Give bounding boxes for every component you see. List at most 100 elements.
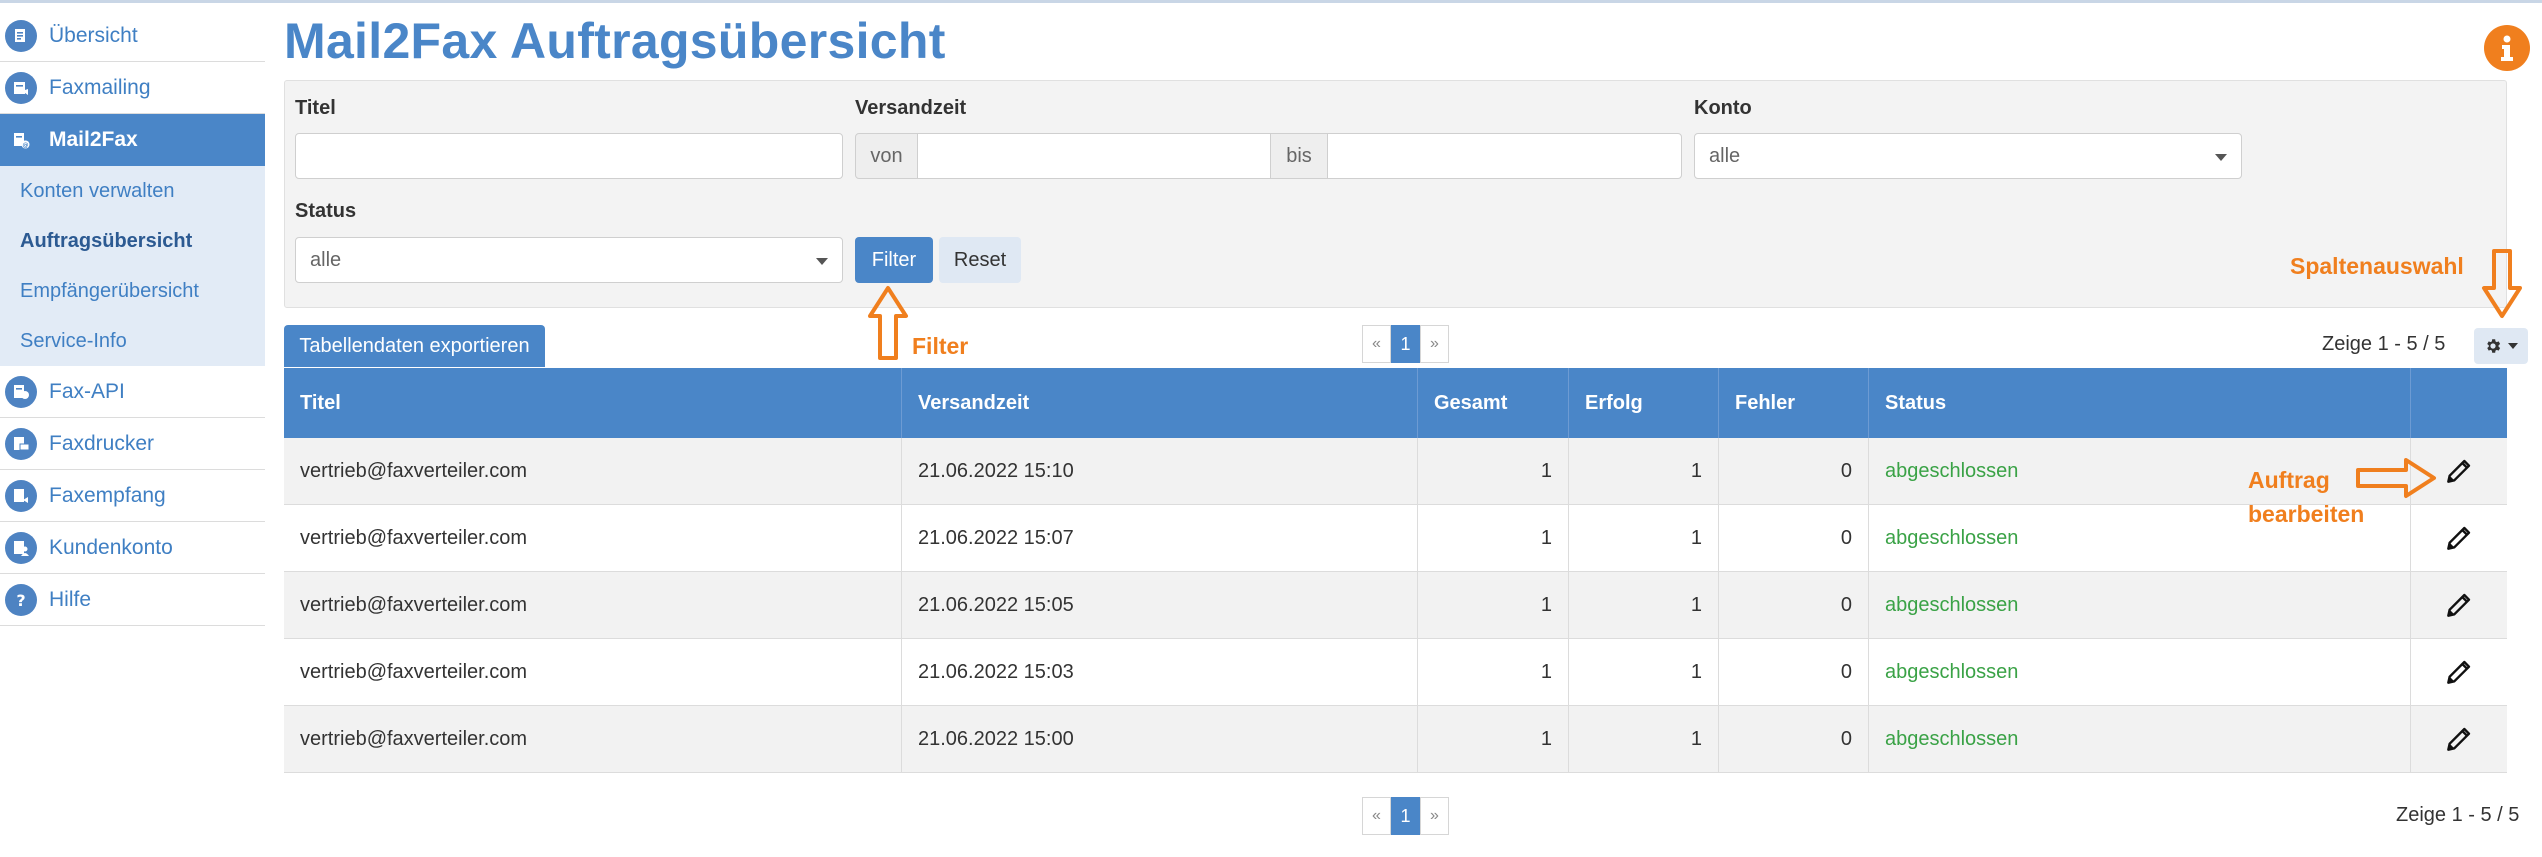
table-row[interactable]: vertrieb@faxverteiler.com 21.06.2022 15:… (284, 706, 2507, 773)
cell-gesamt: 1 (1418, 505, 1569, 571)
pager-next[interactable]: » (1420, 797, 1449, 835)
submenu-service-info[interactable]: Service-Info (0, 316, 265, 366)
cell-titel: vertrieb@faxverteiler.com (284, 438, 902, 504)
column-header-fehler[interactable]: Fehler (1719, 368, 1869, 438)
sidebar-item-label: Hilfe (49, 587, 92, 611)
arrow-down-icon (2482, 249, 2522, 318)
page-title: Mail2Fax Auftragsübersicht (284, 13, 946, 69)
cell-versandzeit: 21.06.2022 15:00 (902, 706, 1418, 772)
pagination-top: « 1 » (1362, 325, 1449, 363)
pager-page[interactable]: 1 (1391, 325, 1420, 363)
cell-fehler: 0 (1719, 505, 1869, 571)
versandzeit-from-input[interactable] (917, 133, 1271, 179)
cell-status: abgeschlossen (1869, 572, 2411, 638)
von-addon: von (855, 133, 918, 179)
svg-text:?: ? (16, 591, 25, 610)
sidebar-item-uebersicht[interactable]: Übersicht (0, 10, 265, 62)
gear-icon (2487, 339, 2501, 353)
status-select[interactable]: alle (295, 237, 843, 283)
table-row[interactable]: vertrieb@faxverteiler.com 21.06.2022 15:… (284, 572, 2507, 639)
sidebar-item-label: Fax-API (49, 379, 125, 403)
submenu-auftragsuebersicht[interactable]: Auftragsübersicht (0, 216, 265, 266)
table-row[interactable]: vertrieb@faxverteiler.com 21.06.2022 15:… (284, 438, 2507, 505)
pager-prev[interactable]: « (1362, 325, 1391, 363)
table-row[interactable]: vertrieb@faxverteiler.com 21.06.2022 15:… (284, 639, 2507, 706)
column-header-versandzeit[interactable]: Versandzeit (902, 368, 1418, 438)
cell-erfolg: 1 (1569, 438, 1719, 504)
column-header-status[interactable]: Status (1869, 368, 2411, 438)
sidebar-item-label: Kundenkonto (49, 535, 173, 559)
filter-button[interactable]: Filter (855, 237, 933, 283)
sidebar-item-label: Faxmailing (49, 75, 151, 99)
cell-gesamt: 1 (1418, 706, 1569, 772)
chevron-down-icon (2215, 154, 2227, 161)
versandzeit-label: Versandzeit (855, 97, 967, 119)
konto-select[interactable]: alle (1694, 133, 2242, 179)
sidebar-item-mail2fax[interactable]: @ Mail2Fax (0, 114, 265, 166)
submenu-empfaengeruebersicht[interactable]: Empfängerübersicht (0, 266, 265, 316)
sidebar: Übersicht Faxmailing @ Mail2Fax Konten v… (0, 10, 265, 626)
pencil-icon (2447, 526, 2471, 550)
bis-addon: bis (1270, 133, 1328, 179)
sidebar-item-label: Faxempfang (49, 483, 166, 507)
cell-gesamt: 1 (1418, 639, 1569, 705)
submenu-konten-verwalten[interactable]: Konten verwalten (0, 166, 265, 216)
table-row[interactable]: vertrieb@faxverteiler.com 21.06.2022 15:… (284, 505, 2507, 572)
edit-order-button[interactable] (2411, 706, 2507, 772)
status-label: Status (295, 200, 357, 222)
cell-fehler: 0 (1719, 706, 1869, 772)
sidebar-item-fax-api[interactable]: Fax-API (0, 366, 265, 418)
sidebar-item-faxdrucker[interactable]: Faxdrucker (0, 418, 265, 470)
pencil-icon (2447, 459, 2471, 483)
info-icon[interactable] (2484, 25, 2530, 71)
top-border (0, 0, 2542, 3)
konto-select-value: alle (1709, 144, 1741, 167)
sidebar-item-faxmailing[interactable]: Faxmailing (0, 62, 265, 114)
pager-page[interactable]: 1 (1391, 797, 1420, 835)
column-selection-button[interactable] (2474, 328, 2528, 364)
overview-icon (5, 19, 37, 52)
column-header-gesamt[interactable]: Gesamt (1418, 368, 1569, 438)
annotation-bearbeiten: bearbeiten (2248, 501, 2365, 527)
pager-next[interactable]: » (1420, 325, 1449, 363)
edit-order-button[interactable] (2411, 572, 2507, 638)
cell-erfolg: 1 (1569, 572, 1719, 638)
versandzeit-to-input[interactable] (1327, 133, 1682, 179)
cell-versandzeit: 21.06.2022 15:05 (902, 572, 1418, 638)
sidebar-item-hilfe[interactable]: ? Hilfe (0, 574, 265, 626)
record-count-bottom: Zeige 1 - 5 / 5 (2396, 804, 2520, 826)
konto-label: Konto (1694, 97, 1752, 119)
export-table-button[interactable]: Tabellendaten exportieren (284, 325, 545, 367)
reset-button[interactable]: Reset (939, 237, 1021, 283)
titel-label: Titel (295, 97, 336, 119)
mail2fax-submenu: Konten verwalten Auftragsübersicht Empfä… (0, 166, 265, 366)
arrow-right-icon (2356, 458, 2436, 498)
customer-account-icon (5, 531, 37, 564)
sidebar-item-kundenkonto[interactable]: Kundenkonto (0, 522, 265, 574)
cell-erfolg: 1 (1569, 706, 1719, 772)
table-header: Titel Versandzeit Gesamt Erfolg Fehler S… (284, 368, 2507, 438)
annotation-spaltenauswahl: Spaltenauswahl (2290, 253, 2464, 279)
sidebar-item-label: Faxdrucker (49, 431, 155, 455)
sidebar-item-label: Mail2Fax (49, 128, 138, 151)
edit-order-button[interactable] (2411, 639, 2507, 705)
table-body: vertrieb@faxverteiler.com 21.06.2022 15:… (284, 438, 2507, 773)
cell-titel: vertrieb@faxverteiler.com (284, 639, 902, 705)
status-select-value: alle (310, 248, 342, 271)
column-header-erfolg[interactable]: Erfolg (1569, 368, 1719, 438)
fax-receive-icon (5, 479, 37, 512)
cell-fehler: 0 (1719, 639, 1869, 705)
cell-titel: vertrieb@faxverteiler.com (284, 572, 902, 638)
cell-titel: vertrieb@faxverteiler.com (284, 505, 902, 571)
pager-prev[interactable]: « (1362, 797, 1391, 835)
sidebar-item-faxempfang[interactable]: Faxempfang (0, 470, 265, 522)
cell-fehler: 0 (1719, 438, 1869, 504)
cell-versandzeit: 21.06.2022 15:03 (902, 639, 1418, 705)
cell-gesamt: 1 (1418, 572, 1569, 638)
titel-input[interactable] (295, 133, 843, 179)
edit-order-button[interactable] (2411, 505, 2507, 571)
column-header-titel[interactable]: Titel (284, 368, 902, 438)
pagination-bottom: « 1 » (1362, 797, 1449, 835)
cell-versandzeit: 21.06.2022 15:10 (902, 438, 1418, 504)
orders-table: Titel Versandzeit Gesamt Erfolg Fehler S… (284, 368, 2507, 773)
